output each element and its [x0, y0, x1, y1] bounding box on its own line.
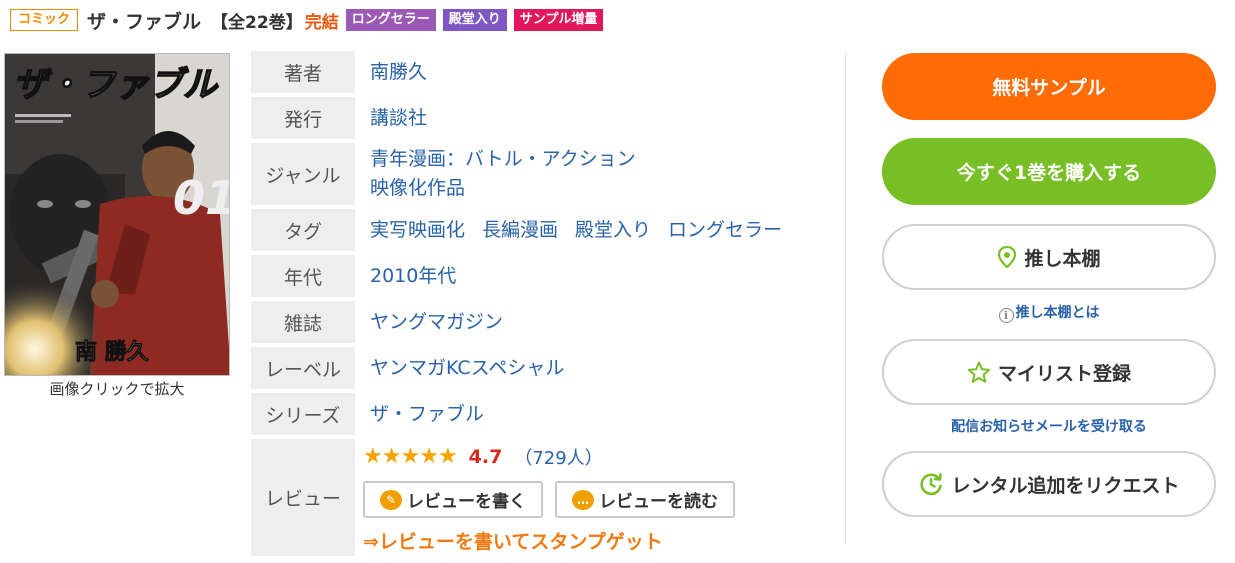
label-tags: タグ: [251, 209, 355, 251]
tag-link[interactable]: ロングセラー: [668, 216, 782, 245]
write-review-button[interactable]: ✎ レビューを書く: [363, 481, 543, 518]
label-era: 年代: [251, 255, 355, 297]
star-outline-icon: [967, 361, 991, 384]
row-review: レビュー ★ ★ ★ ★ ★ 4.7 （729人） ✎ レビューを書く … レビ…: [251, 439, 811, 556]
label-genre: ジャンル: [251, 143, 355, 205]
category-badge: コミック: [10, 9, 79, 31]
volume-count: 【全22巻】: [211, 12, 303, 33]
pencil-icon: ✎: [380, 489, 402, 510]
label-author: 著者: [251, 51, 355, 93]
badge-sample-increase: サンプル増量: [513, 9, 604, 31]
series-link[interactable]: ザ・ファブル: [370, 400, 484, 429]
map-pin-icon: [997, 246, 1017, 268]
row-publisher: 発行 講談社: [251, 97, 811, 139]
info-icon: i: [998, 308, 1014, 323]
row-genre: ジャンル 青年漫画：バトル・アクション 映像化作品: [251, 143, 811, 205]
rating-count-link[interactable]: （729人）: [514, 444, 602, 470]
imprint-link[interactable]: ヤンマガKCスペシャル: [370, 354, 564, 383]
read-review-button[interactable]: … レビューを読む: [555, 481, 735, 518]
write-review-label: レビューを書く: [407, 492, 526, 512]
cover-author-art: 南 勝久: [75, 339, 149, 365]
free-sample-button[interactable]: 無料サンプル: [882, 53, 1216, 120]
my-list-button[interactable]: マイリスト登録: [882, 339, 1216, 405]
tag-link[interactable]: 長編漫画: [482, 216, 558, 245]
oshi-shelf-help-link[interactable]: i 推し本棚とは: [882, 302, 1216, 323]
rating-value: 4.7: [468, 446, 503, 468]
author-link[interactable]: 南勝久: [370, 58, 427, 87]
tag-link[interactable]: 殿堂入り: [575, 216, 651, 245]
book-title: ザ・ファブル: [87, 10, 202, 33]
row-label: レーベル ヤンマガKCスペシャル: [251, 347, 811, 389]
magazine-link[interactable]: ヤングマガジン: [370, 308, 503, 337]
star-icon: ★: [363, 444, 383, 469]
column-divider: [845, 53, 846, 543]
cover-artwork: ザ・ファブル 01 南 勝久: [5, 54, 230, 375]
rental-request-label: レンタル追加をリクエスト: [951, 474, 1180, 497]
badge-long-seller: ロングセラー: [345, 9, 436, 31]
buy-now-button[interactable]: 今すぐ1巻を購入する: [882, 138, 1216, 205]
label-review: レビュー: [251, 439, 355, 556]
label-magazine: 雑誌: [251, 301, 355, 343]
cover-title-art: ザ・ファブル: [13, 65, 219, 105]
notify-email-link[interactable]: 配信お知らせメールを受け取る: [882, 416, 1216, 436]
label-imprint: レーベル: [251, 347, 355, 389]
row-tags: タグ 実写映画化 長編漫画 殿堂入り ロングセラー: [251, 209, 811, 251]
review-stamp-link[interactable]: ⇒レビューを書いてスタンプゲット: [363, 527, 663, 554]
label-series: シリーズ: [251, 393, 355, 435]
genre-link[interactable]: 映像化作品: [370, 174, 636, 203]
speech-bubble-icon: …: [572, 489, 594, 510]
tag-link[interactable]: 実写映画化: [370, 216, 465, 245]
rental-request-button[interactable]: レンタル追加をリクエスト: [882, 451, 1216, 517]
star-icon: ★: [400, 444, 420, 469]
oshi-shelf-button[interactable]: 推し本棚: [882, 224, 1216, 290]
star-icon: ★: [437, 444, 458, 469]
completion-status: 完結: [304, 12, 339, 33]
publisher-link[interactable]: 講談社: [370, 104, 427, 133]
cover-volume-number: 01: [173, 171, 230, 225]
star-icon: ★: [381, 444, 402, 469]
row-magazine: 雑誌 ヤングマガジン: [251, 301, 811, 343]
genre-link[interactable]: 青年漫画：バトル・アクション: [370, 145, 636, 174]
badge-hall-of-fame: 殿堂入り: [442, 9, 507, 31]
refresh-clock-icon: [918, 471, 944, 497]
label-publisher: 発行: [251, 97, 355, 139]
row-author: 著者 南勝久: [251, 51, 811, 93]
cover-image[interactable]: ザ・ファブル 01 南 勝久: [4, 53, 230, 376]
rating-line: ★ ★ ★ ★ ★ 4.7 （729人）: [363, 444, 603, 470]
my-list-label: マイリスト登録: [997, 362, 1131, 385]
read-review-label: レビューを読む: [599, 492, 718, 512]
row-era: 年代 2010年代: [251, 255, 811, 297]
era-link[interactable]: 2010年代: [370, 262, 456, 291]
cover-zoom-caption: 画像クリックで拡大: [49, 380, 185, 398]
star-icon: ★: [419, 444, 439, 469]
oshi-shelf-label: 推し本棚: [1024, 247, 1101, 270]
oshi-shelf-help-label: 推し本棚とは: [1015, 305, 1100, 321]
row-series: シリーズ ザ・ファブル: [251, 393, 811, 435]
title-row: コミック ザ・ファブル 【全22巻】 完結 ロングセラー 殿堂入り サンプル増量: [10, 6, 604, 34]
